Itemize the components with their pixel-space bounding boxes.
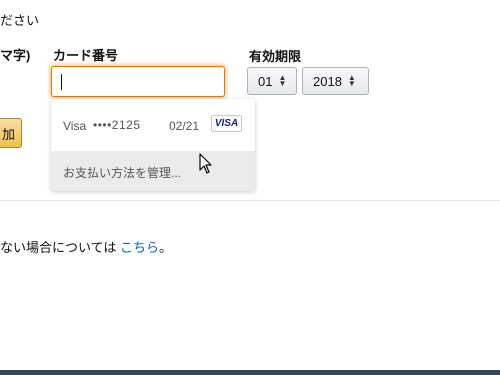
- select-arrows-icon: ▲ ▼: [347, 73, 356, 88]
- expiry-month-value: 01: [258, 73, 273, 89]
- mouse-pointer-icon: [199, 153, 212, 174]
- text-caret: [61, 74, 62, 90]
- help-text-body: ない場合については: [0, 240, 117, 255]
- manage-payment-methods-option[interactable]: お支払い方法を管理...: [51, 151, 255, 191]
- expiry-label: 有効期限: [249, 49, 302, 64]
- card-number-input[interactable]: [51, 66, 225, 97]
- add-card-button-label: 加: [1, 126, 15, 142]
- expiry-month-select[interactable]: 01 ▲ ▼: [247, 67, 297, 95]
- name-romaji-label: マ字): [0, 48, 31, 63]
- expiry-year-select[interactable]: 2018 ▲ ▼: [302, 67, 369, 95]
- section-divider: [0, 200, 500, 201]
- card-brand: Visa: [63, 119, 87, 133]
- help-link[interactable]: こちら: [120, 240, 159, 255]
- card-number-label: カード番号: [53, 48, 119, 63]
- help-text-suffix: 。: [159, 240, 173, 255]
- saved-card-option[interactable]: Visa ••••2125 02/21 VISA: [51, 99, 255, 151]
- footer-bar: [0, 370, 500, 375]
- manage-payment-methods-label: お支払い方法を管理...: [63, 166, 182, 180]
- help-text: ない場合については こちら。: [0, 237, 172, 256]
- card-masked-number: ••••2125: [93, 118, 141, 132]
- visa-logo-icon: VISA: [211, 115, 242, 132]
- instruction-text: ださい: [0, 13, 40, 28]
- select-arrows-icon: ▲ ▼: [278, 73, 287, 88]
- card-expiry: 02/21: [169, 119, 200, 133]
- add-card-button[interactable]: 加: [0, 118, 22, 148]
- autofill-dropdown: Visa ••••2125 02/21 VISA お支払い方法を管理...: [51, 99, 255, 191]
- expiry-year-value: 2018: [313, 73, 342, 89]
